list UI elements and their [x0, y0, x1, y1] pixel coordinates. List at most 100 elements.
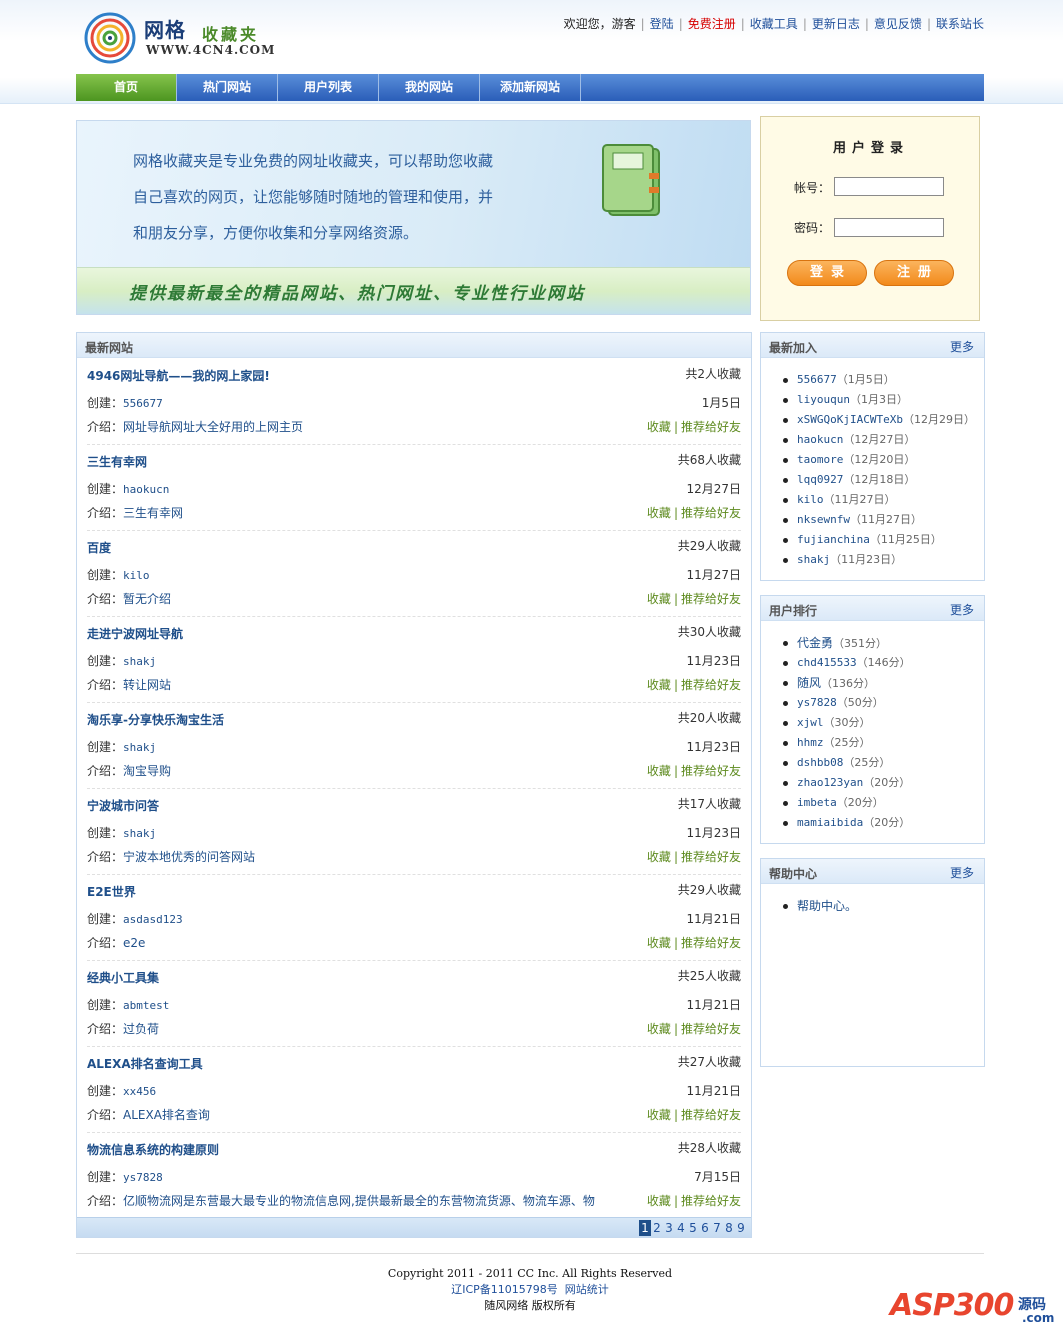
user-link[interactable]: 556677: [797, 373, 837, 386]
creator-link[interactable]: haokucn: [123, 483, 169, 496]
user-link[interactable]: nksewnfw: [797, 513, 850, 526]
user-link[interactable]: xjwl: [797, 716, 824, 729]
recent-joined-more-link[interactable]: 更多: [950, 338, 974, 355]
creator-link[interactable]: shakj: [123, 655, 156, 668]
site-name-link[interactable]: 百度: [87, 539, 111, 556]
user-link[interactable]: shakj: [797, 553, 830, 566]
user-link[interactable]: dshbb08: [797, 756, 843, 769]
recommend-link[interactable]: 推荐给好友: [681, 420, 741, 434]
creator-label: 创建：: [87, 568, 124, 582]
login-link[interactable]: 登陆: [650, 17, 674, 31]
collect-link[interactable]: 收藏: [647, 850, 671, 864]
recommend-link[interactable]: 推荐给好友: [681, 1022, 741, 1036]
password-input[interactable]: [834, 218, 944, 237]
nav-home[interactable]: 首页: [76, 74, 177, 101]
site-name-link[interactable]: 4946网址导航——我的网上家园!: [87, 367, 270, 384]
collect-link[interactable]: 收藏: [647, 936, 671, 950]
user-link[interactable]: chd415533: [797, 656, 857, 669]
site-name-link[interactable]: 经典小工具集: [87, 969, 159, 986]
contact-link[interactable]: 联系站长: [936, 17, 984, 31]
stats-link[interactable]: 网站统计: [565, 1283, 609, 1296]
creator-line: 创建：shakj: [87, 738, 156, 755]
list-item: imbeta（20分）: [781, 793, 984, 813]
site-logo[interactable]: 网格 收藏夹 WWW.4CN4.COM: [84, 12, 274, 64]
page-3-link[interactable]: 3: [663, 1220, 675, 1236]
main-nav: 首页 热门网站 用户列表 我的网站 添加新网站: [76, 74, 984, 101]
user-link[interactable]: hhmz: [797, 736, 824, 749]
recommend-link[interactable]: 推荐给好友: [681, 592, 741, 606]
creator-link[interactable]: shakj: [123, 827, 156, 840]
recommend-link[interactable]: 推荐给好友: [681, 506, 741, 520]
creator-link[interactable]: shakj: [123, 741, 156, 754]
icp-link[interactable]: 辽ICP备11015798号: [451, 1283, 558, 1296]
creator-link[interactable]: asdasd123: [123, 913, 183, 926]
page-6-link[interactable]: 6: [699, 1220, 711, 1236]
creator-link[interactable]: 556677: [123, 397, 163, 410]
collect-link[interactable]: 收藏: [647, 764, 671, 778]
user-link[interactable]: mamiaibida: [797, 816, 863, 829]
collect-link[interactable]: 收藏: [647, 1022, 671, 1036]
account-input[interactable]: [834, 177, 944, 196]
creator-link[interactable]: kilo: [123, 569, 150, 582]
user-link[interactable]: haokucn: [797, 433, 843, 446]
user-link[interactable]: 代金勇: [797, 636, 833, 650]
help-center-panel: 帮助中心 更多 帮助中心。: [760, 858, 985, 1067]
recommend-link[interactable]: 推荐给好友: [681, 1194, 741, 1208]
nav-my-sites[interactable]: 我的网站: [379, 74, 480, 101]
site-name-link[interactable]: E2E世界: [87, 883, 136, 900]
changelog-link[interactable]: 更新日志: [812, 17, 860, 31]
user-link[interactable]: ys7828: [797, 696, 837, 709]
user-rank-more-link[interactable]: 更多: [950, 601, 974, 618]
site-name-link[interactable]: 淘乐享-分享快乐淘宝生活: [87, 711, 224, 728]
site-name-link[interactable]: 宁波城市问答: [87, 797, 159, 814]
page-4-link[interactable]: 4: [675, 1220, 687, 1236]
site-name-link[interactable]: 物流信息系统的构建原则: [87, 1141, 219, 1158]
page-2-link[interactable]: 2: [651, 1220, 663, 1236]
login-button[interactable]: 登录: [787, 260, 867, 286]
collect-link[interactable]: 收藏: [647, 1108, 671, 1122]
user-link[interactable]: imbeta: [797, 796, 837, 809]
collect-link[interactable]: 收藏: [647, 592, 671, 606]
site-name-link[interactable]: 三生有幸网: [87, 453, 147, 470]
creator-link[interactable]: abmtest: [123, 999, 169, 1012]
creator-link[interactable]: xx456: [123, 1085, 156, 1098]
collect-link[interactable]: 收藏: [647, 506, 671, 520]
user-link[interactable]: lqq0927: [797, 473, 843, 486]
user-link[interactable]: taomore: [797, 453, 843, 466]
user-link[interactable]: zhao123yan: [797, 776, 863, 789]
nav-user-list[interactable]: 用户列表: [278, 74, 379, 101]
user-link[interactable]: 随风: [797, 676, 821, 690]
creator-link[interactable]: ys7828: [123, 1171, 163, 1184]
user-link[interactable]: xSWGQoKjIACWTeXb: [797, 413, 903, 426]
recommend-link[interactable]: 推荐给好友: [681, 678, 741, 692]
site-name-link[interactable]: 走进宁波网址导航: [87, 625, 183, 642]
help-link[interactable]: 帮助中心。: [797, 899, 857, 913]
page-7-link[interactable]: 7: [711, 1220, 723, 1236]
collect-link[interactable]: 收藏: [647, 1194, 671, 1208]
register-button[interactable]: 注册: [874, 260, 954, 286]
nav-hot-sites[interactable]: 热门网站: [177, 74, 278, 101]
page-8-link[interactable]: 8: [723, 1220, 735, 1236]
help-center-more-link[interactable]: 更多: [950, 864, 974, 881]
recommend-link[interactable]: 推荐给好友: [681, 764, 741, 778]
recommend-link[interactable]: 推荐给好友: [681, 850, 741, 864]
collect-link[interactable]: 收藏: [647, 420, 671, 434]
nav-add-site[interactable]: 添加新网站: [480, 74, 581, 101]
recommend-link[interactable]: 推荐给好友: [681, 936, 741, 950]
tools-link[interactable]: 收藏工具: [750, 17, 798, 31]
site-name-link[interactable]: ALEXA排名查询工具: [87, 1055, 203, 1072]
user-link[interactable]: kilo: [797, 493, 824, 506]
join-date: （12月18日）: [843, 473, 916, 486]
page-1-link[interactable]: 1: [639, 1220, 651, 1236]
feedback-link[interactable]: 意见反馈: [874, 17, 922, 31]
page-9-link[interactable]: 9: [735, 1220, 747, 1236]
user-link[interactable]: liyouqun: [797, 393, 850, 406]
list-item[interactable]: 帮助中心。: [781, 896, 984, 916]
register-link[interactable]: 免费注册: [688, 17, 736, 31]
description-line: 介绍：宁波本地优秀的问答网站: [87, 848, 255, 865]
page-5-link[interactable]: 5: [687, 1220, 699, 1236]
collect-link[interactable]: 收藏: [647, 678, 671, 692]
recommend-link[interactable]: 推荐给好友: [681, 1108, 741, 1122]
user-link[interactable]: fujianchina: [797, 533, 870, 546]
divider: |: [673, 764, 678, 778]
